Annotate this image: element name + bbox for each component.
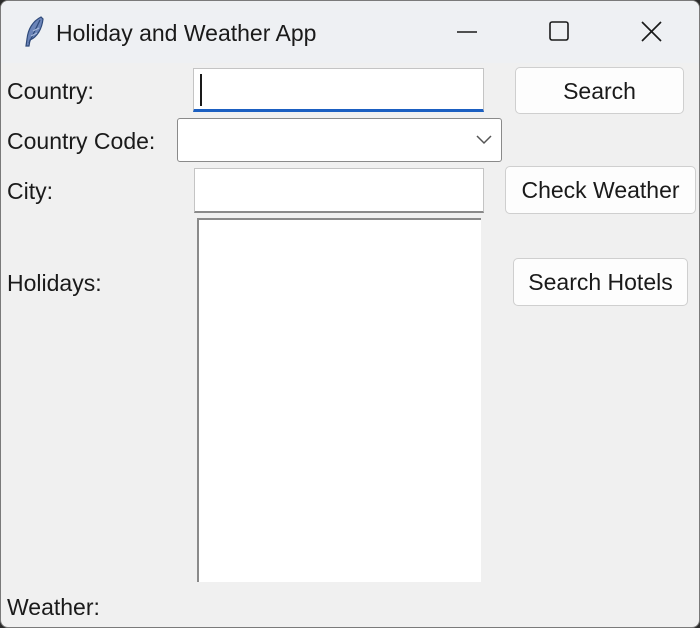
holidays-label: Holidays: (7, 270, 102, 296)
country-label: Country: (7, 78, 94, 104)
check-weather-button[interactable]: Check Weather (505, 166, 696, 214)
weather-label: Weather: (7, 594, 100, 620)
city-input[interactable] (194, 168, 484, 213)
search-hotels-button[interactable]: Search Hotels (513, 258, 688, 306)
window-title: Holiday and Weather App (56, 20, 317, 46)
search-button[interactable]: Search (515, 67, 684, 114)
app-window: Holiday and Weather App Country: Search … (0, 0, 700, 628)
holidays-listbox[interactable] (197, 218, 481, 582)
close-button[interactable] (605, 1, 697, 63)
feather-icon (21, 15, 47, 49)
text-caret (200, 74, 202, 106)
title-bar[interactable]: Holiday and Weather App (1, 1, 699, 63)
maximize-button[interactable] (513, 1, 605, 63)
minimize-button[interactable] (421, 1, 513, 63)
country-code-label: Country Code: (7, 128, 156, 154)
country-input[interactable] (193, 68, 484, 112)
country-code-dropdown[interactable] (177, 118, 502, 162)
city-label: City: (7, 178, 53, 204)
